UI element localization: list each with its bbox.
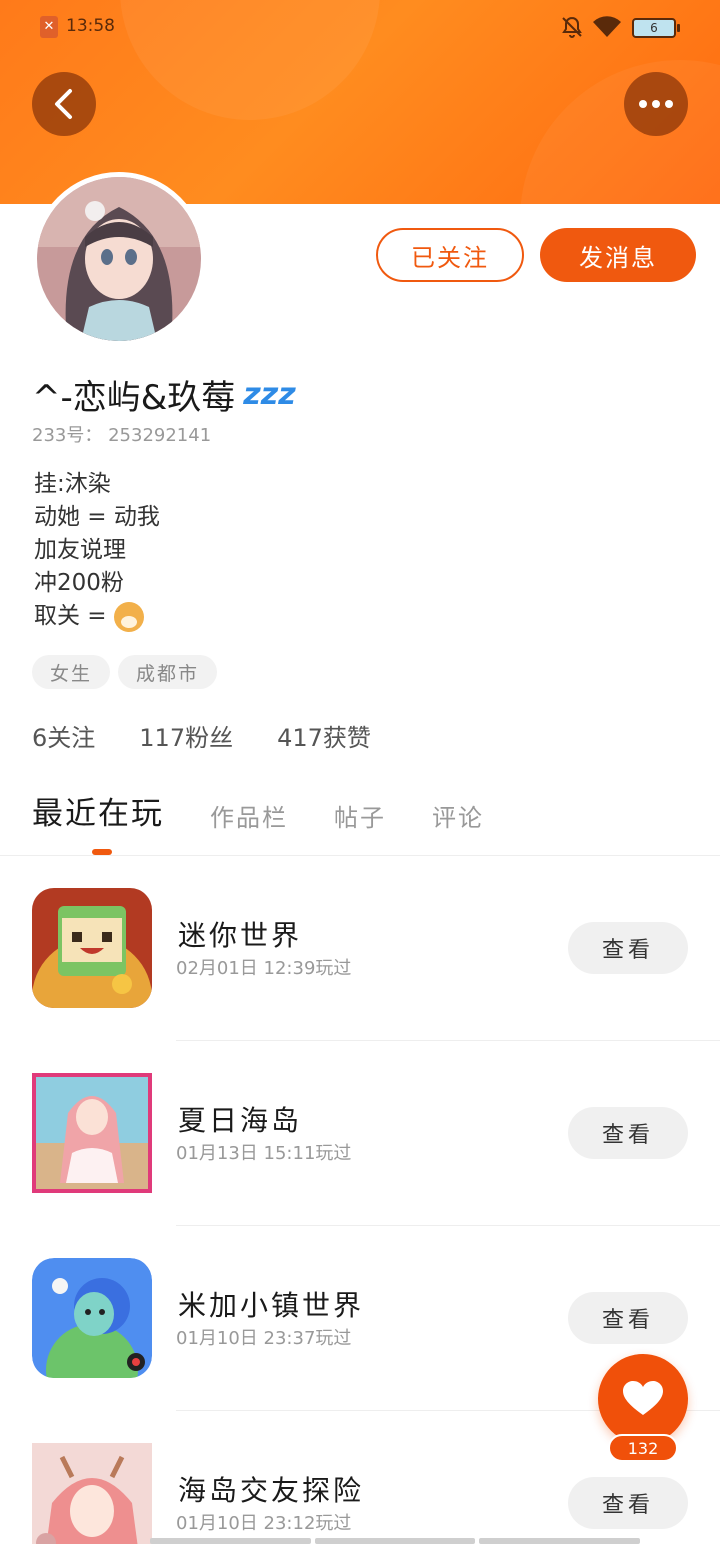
doge-emoji-icon: [113, 601, 144, 632]
uid-label: 233号：: [32, 425, 103, 446]
game-name: 海岛交友探险: [178, 1474, 365, 1507]
user-id: 233号： 253292141: [32, 421, 211, 447]
bell-muted-icon: [562, 16, 582, 38]
bio: 挂:沐染 动她 = 动我 加友说理 冲200粉 取关 =: [34, 468, 160, 633]
back-button[interactable]: [32, 72, 96, 136]
status-time: 13:58: [66, 16, 115, 36]
avatar-image: [37, 177, 201, 341]
sleep-zzz-emoji: zzz: [243, 377, 296, 412]
tag-location: 成都市: [118, 655, 218, 689]
uid-value: 253292141: [108, 425, 212, 446]
avatar[interactable]: [32, 172, 206, 346]
game-played-time: 01月13日 15:11玩过: [176, 1143, 352, 1164]
tab-recently-played[interactable]: 最近在玩: [32, 788, 164, 833]
fans-count[interactable]: 117粉丝: [139, 718, 233, 753]
game-played-time: 01月10日 23:12玩过: [176, 1513, 352, 1534]
view-button[interactable]: 查看: [568, 1477, 688, 1529]
chevron-left-icon: [55, 89, 72, 119]
bio-line: 取关 =: [34, 603, 114, 629]
bio-line: 加友说理: [34, 537, 126, 563]
tab-posts[interactable]: 帖子: [334, 798, 386, 833]
following-count[interactable]: 6关注: [32, 718, 95, 753]
list-item[interactable]: 夏日海岛 01月13日 15:11玩过 查看: [0, 1041, 720, 1226]
game-name: 米加小镇世界: [178, 1289, 365, 1322]
game-played-time: 02月01日 12:39玩过: [176, 958, 352, 979]
bio-line: 挂:沐染: [34, 471, 111, 497]
game-icon-island-friends-adventure: [32, 1443, 152, 1544]
username: ^-恋屿&玖莓 zzz: [32, 370, 296, 419]
likes-count: 417获赞: [277, 724, 371, 752]
heart-icon: [623, 1381, 663, 1415]
game-name: 夏日海岛: [178, 1104, 303, 1137]
like-button[interactable]: [598, 1354, 688, 1444]
app-notification-icon: ✕: [40, 16, 58, 38]
game-name: 迷你世界: [178, 919, 303, 952]
profile-tags: 女生 成都市: [32, 655, 218, 689]
bio-line-with-emoji: 取关 =: [34, 600, 160, 633]
tab-works[interactable]: 作品栏: [210, 798, 288, 833]
bio-line: 动她 = 动我: [34, 504, 160, 530]
status-bar: ✕ 13:58 6: [0, 0, 720, 54]
list-item[interactable]: 迷你世界 02月01日 12:39玩过 查看: [0, 856, 720, 1041]
view-button[interactable]: 查看: [568, 1107, 688, 1159]
scroll-indicator: [150, 1538, 641, 1544]
like-count-badge: 132: [608, 1434, 678, 1462]
tag-gender: 女生: [32, 655, 111, 689]
game-icon-miga-town: [32, 1258, 152, 1378]
tab-comments[interactable]: 评论: [432, 798, 484, 833]
battery-icon: 6: [632, 18, 680, 38]
bio-line: 冲200粉: [34, 570, 124, 596]
send-message-button[interactable]: 发消息: [540, 228, 696, 282]
profile-tabs: 最近在玩 作品栏 帖子 评论: [32, 788, 484, 833]
game-icon-summer-island: [32, 1073, 152, 1193]
more-dots-icon: [639, 100, 673, 108]
username-text: ^-恋屿&玖莓: [32, 378, 236, 418]
more-button[interactable]: [624, 72, 688, 136]
followed-button[interactable]: 已关注: [376, 228, 524, 282]
view-button[interactable]: 查看: [568, 1292, 688, 1344]
wifi-icon: [593, 16, 621, 37]
game-played-time: 01月10日 23:37玩过: [176, 1328, 352, 1349]
profile-stats: 6关注 117粉丝 417获赞: [32, 718, 371, 753]
game-icon-mini-world: [32, 888, 152, 1008]
view-button[interactable]: 查看: [568, 922, 688, 974]
